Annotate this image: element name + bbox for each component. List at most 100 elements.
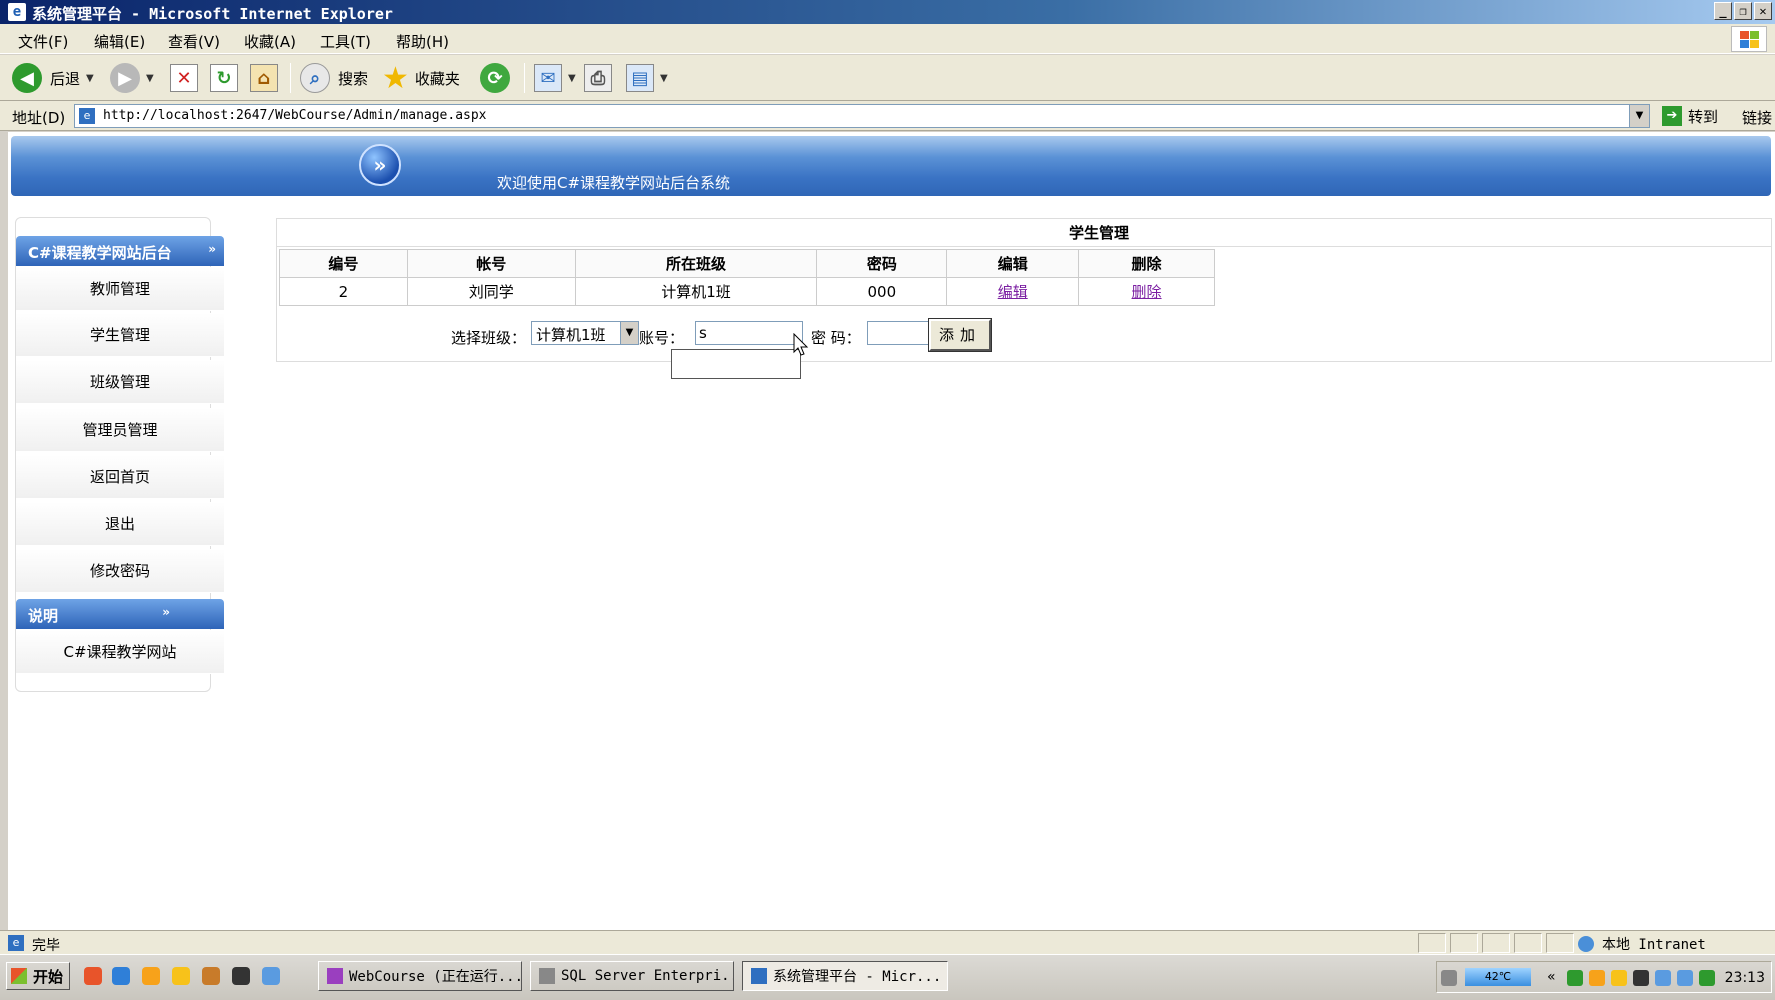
flower-tray-icon[interactable]	[1611, 970, 1627, 986]
search-button[interactable]: ⌕ 搜索	[300, 61, 368, 95]
shield-icon[interactable]	[202, 967, 220, 985]
col-account: 帐号	[406, 249, 576, 278]
stop-button[interactable]: ✕	[170, 61, 198, 95]
add-button[interactable]: 添加	[928, 318, 992, 352]
monitor-tray-icon[interactable]	[1655, 970, 1671, 986]
messenger-icon[interactable]	[1589, 970, 1605, 986]
forward-arrow-icon: ▶	[110, 63, 140, 93]
welcome-text: 欢迎使用C#课程教学网站后台系统	[497, 174, 731, 192]
autocomplete-dropdown[interactable]	[671, 349, 801, 379]
student-table: 编号 帐号 所在班级 密码 编辑 删除 2 刘同学 计算机1班 000 编辑 删…	[279, 249, 1215, 306]
back-dropdown-icon[interactable]: ▼	[86, 73, 94, 84]
ie-task-icon	[751, 968, 767, 984]
sidebar-item-teachers[interactable]: 教师管理	[16, 267, 224, 311]
forward-button[interactable]: ▶ ▼	[110, 61, 154, 95]
antenna-tray-icon[interactable]	[1699, 970, 1715, 986]
go-button[interactable]: ➔ 转到	[1662, 105, 1718, 127]
qq-penguin-icon[interactable]	[232, 967, 250, 985]
class-select[interactable]: 计算机1班 ▼	[531, 321, 639, 345]
display-tray-icon[interactable]	[1677, 970, 1693, 986]
col-delete: 删除	[1078, 249, 1215, 278]
start-button[interactable]: 开始	[6, 962, 70, 990]
select-dropdown-icon[interactable]: ▼	[620, 322, 638, 344]
status-cell	[1514, 933, 1542, 953]
sidebar-item-logout[interactable]: 退出	[16, 502, 224, 546]
toolbar: ◀ 后退 ▼ ▶ ▼ ✕ ↻ ⌂ ⌕ 搜索 ★ 收藏夹 ⟳ ✉ ▼ ⎙ ▤ ▼	[0, 55, 1775, 101]
status-cell	[1482, 933, 1510, 953]
sidebar-item-change-password[interactable]: 修改密码	[16, 549, 224, 593]
class-select-value: 计算机1班	[536, 326, 606, 344]
panel-title: 学生管理	[277, 219, 1771, 247]
info-header[interactable]: 说明 »	[16, 599, 224, 629]
edit-page-button[interactable]: ▤ ▼	[626, 61, 668, 95]
forward-dropdown-icon[interactable]: ▼	[146, 73, 154, 84]
task-webcourse[interactable]: WebCourse (正在运行...	[318, 961, 522, 991]
edit-page-dropdown-icon[interactable]: ▼	[660, 73, 668, 84]
status-cell	[1546, 933, 1574, 953]
temperature-indicator: 42℃	[1465, 968, 1531, 986]
ie-quicklaunch-icon[interactable]	[112, 967, 130, 985]
menu-favorites[interactable]: 收藏(A)	[244, 31, 296, 52]
windows-logo-icon	[1731, 26, 1767, 52]
flower-app-icon[interactable]	[172, 967, 190, 985]
delete-link[interactable]: 删除	[1132, 283, 1162, 301]
history-icon: ⟳	[480, 63, 510, 93]
menu-view[interactable]: 查看(V)	[168, 31, 220, 52]
qq-tray-icon[interactable]	[1633, 970, 1649, 986]
favorites-button[interactable]: ★ 收藏夹	[382, 60, 460, 96]
minimize-button[interactable]: _	[1714, 2, 1732, 20]
sidebar-item-classes[interactable]: 班级管理	[16, 360, 224, 404]
info-chevron-icon[interactable]: »	[162, 605, 170, 619]
address-input[interactable]: e http://localhost:2647/WebCourse/Admin/…	[74, 104, 1650, 128]
mail-dropdown-icon[interactable]: ▼	[568, 73, 576, 84]
windows-flag-icon	[11, 968, 27, 984]
sidebar-item-home[interactable]: 返回首页	[16, 455, 224, 499]
header-banner: » 欢迎使用C#课程教学网站后台系统	[11, 136, 1771, 196]
outlook-icon[interactable]	[142, 967, 160, 985]
task-ie-active[interactable]: 系统管理平台 - Micr...	[742, 961, 948, 991]
cell-password: 000	[816, 277, 948, 306]
info-item: C#课程教学网站	[16, 630, 224, 674]
clock: 23:13	[1724, 970, 1765, 986]
col-class: 所在班级	[574, 249, 818, 278]
class-select-label: 选择班级：	[451, 329, 527, 347]
star-icon: ★	[382, 60, 409, 96]
close-button[interactable]: ✕	[1754, 2, 1772, 20]
tray-expand-icon[interactable]: «	[1547, 969, 1556, 985]
sidebar-item-admins[interactable]: 管理员管理	[16, 408, 224, 452]
firefox-icon[interactable]	[84, 967, 102, 985]
sidebar-item-students[interactable]: 学生管理	[16, 313, 224, 357]
menu-bar: 文件(F) 编辑(E) 查看(V) 收藏(A) 工具(T) 帮助(H)	[0, 24, 1775, 54]
refresh-button[interactable]: ↻	[210, 61, 238, 95]
menu-tools[interactable]: 工具(T)	[320, 31, 371, 52]
info-header-label: 说明	[28, 607, 59, 625]
back-button[interactable]: ◀ 后退 ▼	[12, 61, 94, 95]
task-label: SQL Server Enterpri...	[561, 968, 734, 984]
desktop-icon[interactable]	[262, 967, 280, 985]
account-input[interactable]: s	[695, 321, 803, 345]
system-tray: 42℃ « 23:13	[1436, 961, 1772, 993]
edit-link[interactable]: 编辑	[998, 283, 1028, 301]
links-button[interactable]: 链接	[1742, 107, 1772, 128]
menu-file[interactable]: 文件(F)	[18, 31, 68, 52]
collapse-chevron-icon[interactable]: »	[208, 242, 216, 256]
menu-edit[interactable]: 编辑(E)	[94, 31, 145, 52]
restore-button[interactable]: ❐	[1734, 2, 1752, 20]
network-icon[interactable]	[1567, 970, 1583, 986]
sql-server-icon	[539, 968, 555, 984]
home-button[interactable]: ⌂	[250, 61, 278, 95]
account-label: 账号：	[639, 329, 685, 347]
task-sql-server[interactable]: SQL Server Enterpri...	[530, 961, 734, 991]
cell-delete: 删除	[1078, 277, 1215, 306]
print-button[interactable]: ⎙	[584, 61, 612, 95]
window-title: 系统管理平台 - Microsoft Internet Explorer	[32, 5, 393, 23]
address-dropdown-icon[interactable]: ▼	[1629, 105, 1649, 127]
history-button[interactable]: ⟳	[480, 61, 510, 95]
student-management-panel: 学生管理 编号 帐号 所在班级 密码 编辑 删除 2 刘同学 计算机1班 000…	[276, 218, 1772, 379]
keyboard-icon[interactable]	[1441, 970, 1457, 986]
search-icon: ⌕	[300, 63, 330, 93]
sidebar-header[interactable]: C#课程教学网站后台 »	[16, 236, 224, 266]
mail-button[interactable]: ✉ ▼	[534, 61, 576, 95]
menu-help[interactable]: 帮助(H)	[396, 31, 449, 52]
cell-id: 2	[279, 277, 408, 306]
